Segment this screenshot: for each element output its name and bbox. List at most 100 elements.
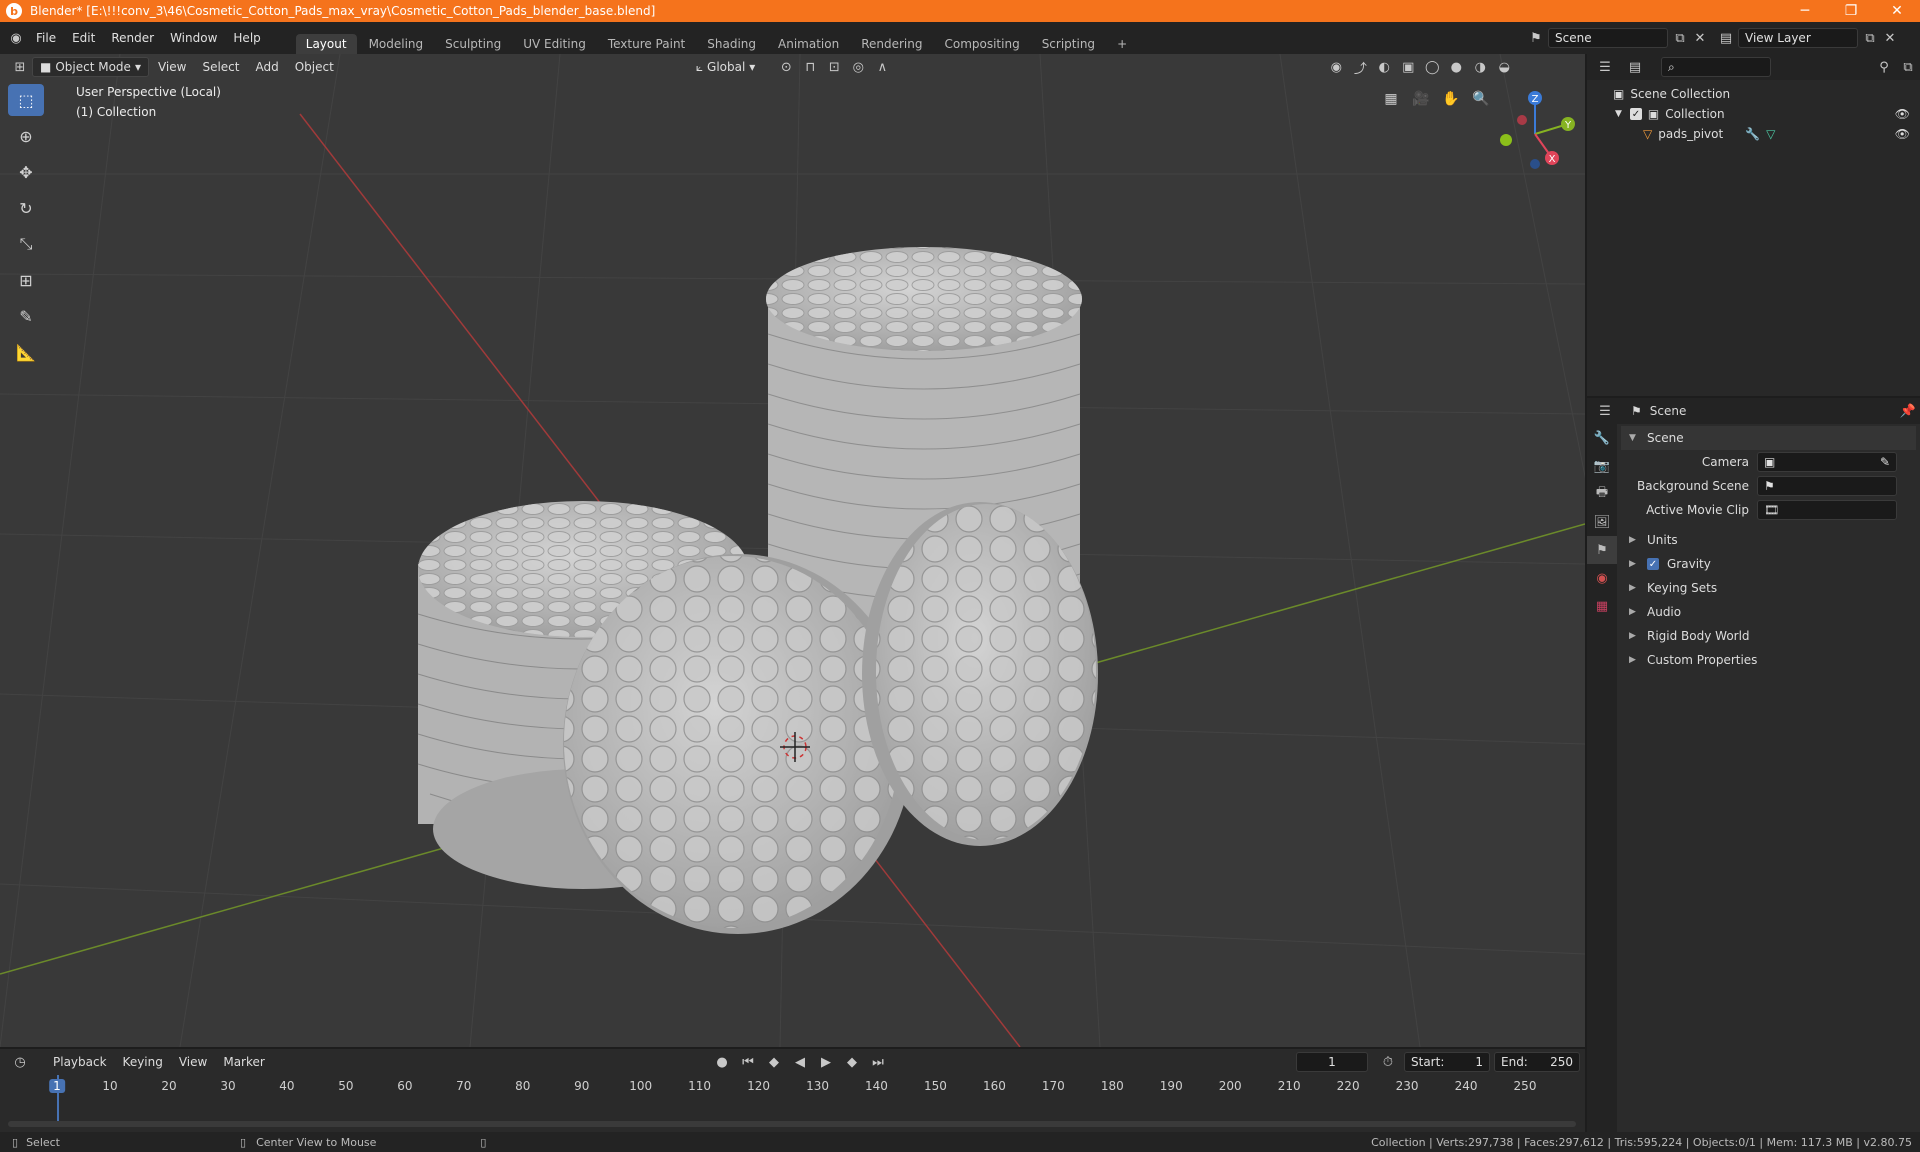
snap-icon[interactable]: ⊓: [798, 57, 822, 77]
timeline-scrollbar[interactable]: [8, 1121, 1576, 1127]
shading-solid-icon[interactable]: ●: [1444, 57, 1468, 77]
new-view-layer-icon[interactable]: ⧉: [1858, 28, 1882, 48]
new-scene-icon[interactable]: ⧉: [1668, 28, 1692, 48]
rigid-body-world-panel-header[interactable]: ▶ Rigid Body World: [1621, 624, 1916, 648]
world-tab-icon[interactable]: ◉: [1587, 564, 1617, 592]
checkbox-icon[interactable]: ✓: [1629, 108, 1642, 120]
tab-scripting[interactable]: Scripting: [1032, 34, 1105, 54]
overlay-toggle-icon[interactable]: ◐: [1372, 57, 1396, 77]
falloff-icon[interactable]: ∧: [870, 57, 894, 77]
pivot-point-icon[interactable]: ⊙: [774, 57, 798, 77]
output-tab-icon[interactable]: 🖶: [1587, 480, 1617, 508]
eye-icon[interactable]: 👁: [1895, 127, 1910, 141]
minimize-button[interactable]: ─: [1782, 0, 1828, 22]
tab-rendering[interactable]: Rendering: [851, 34, 932, 54]
shading-material-icon[interactable]: ◑: [1468, 57, 1492, 77]
tab-uv-editing[interactable]: UV Editing: [513, 34, 596, 54]
new-collection-icon[interactable]: ⧉: [1896, 57, 1920, 77]
custom-properties-panel-header[interactable]: ▶ Custom Properties: [1621, 648, 1916, 672]
shading-rendered-icon[interactable]: ◒: [1492, 57, 1516, 77]
tab-texture-paint[interactable]: Texture Paint: [598, 34, 695, 54]
units-panel-header[interactable]: ▶ Units: [1621, 528, 1916, 552]
menu-file[interactable]: File: [28, 22, 64, 54]
proportional-edit-icon[interactable]: ◎: [846, 57, 870, 77]
render-tab-icon[interactable]: 📷: [1587, 452, 1617, 480]
measure-tool-icon[interactable]: 📐: [8, 336, 44, 368]
expand-triangle-icon[interactable]: ▼: [1615, 109, 1622, 119]
3d-viewport[interactable]: ⊞ ■ Object Mode ▾ View Select Add Object…: [0, 54, 1585, 1047]
remove-view-layer-icon[interactable]: ✕: [1882, 28, 1898, 48]
scene-panel-header[interactable]: ▼ Scene: [1621, 426, 1916, 450]
tab-modeling[interactable]: Modeling: [359, 34, 434, 54]
move-tool-icon[interactable]: ✥: [8, 156, 44, 188]
outliner-object[interactable]: ▽ pads_pivot 🔧 ▽ 👁: [1587, 124, 1920, 144]
timeline-editor[interactable]: ◷ Playback Keying View Marker ● ⏮ ◆ ◀ ▶ …: [0, 1049, 1585, 1132]
filter-icon[interactable]: ⚲: [1872, 57, 1896, 77]
scene-field[interactable]: Scene: [1548, 28, 1668, 48]
visibility-icon[interactable]: ◉: [1324, 57, 1348, 77]
select-box-tool-icon[interactable]: ⬚: [8, 84, 44, 116]
editor-type-icon[interactable]: ⊞: [8, 57, 32, 77]
grid-view-icon[interactable]: ▦: [1378, 86, 1404, 112]
tab-animation[interactable]: Animation: [768, 34, 849, 54]
movie-clip-field[interactable]: 🎞: [1757, 500, 1897, 520]
viewport-scene[interactable]: [0, 54, 1585, 1047]
add-workspace-button[interactable]: +: [1107, 34, 1137, 54]
navigation-gizmo[interactable]: Z Y X: [1490, 84, 1580, 174]
viewport-menu-select[interactable]: Select: [195, 58, 246, 76]
menu-window[interactable]: Window: [162, 22, 225, 54]
scene-tab-icon[interactable]: ⚑: [1587, 536, 1617, 564]
object-mode-dropdown[interactable]: ■ Object Mode ▾: [32, 57, 149, 77]
shading-wireframe-icon[interactable]: ◯: [1420, 57, 1444, 77]
view-layer-tab-icon[interactable]: 🖼: [1587, 508, 1617, 536]
snap-target-icon[interactable]: ⊡: [822, 57, 846, 77]
blender-menu-icon[interactable]: ◉: [4, 28, 28, 48]
cursor-tool-icon[interactable]: ⊕: [8, 120, 44, 152]
rotate-tool-icon[interactable]: ↻: [8, 192, 44, 224]
eyedropper-icon[interactable]: ✎: [1880, 455, 1890, 469]
menu-render[interactable]: Render: [103, 22, 162, 54]
modifier-wrench-icon[interactable]: 🔧: [1745, 127, 1760, 141]
viewport-menu-view[interactable]: View: [151, 58, 193, 76]
scale-tool-icon[interactable]: ⤡: [8, 228, 44, 260]
transform-tool-icon[interactable]: ⊞: [8, 264, 44, 296]
background-scene-field[interactable]: ⚑: [1757, 476, 1897, 496]
outliner-editor-type-icon[interactable]: ☰: [1593, 57, 1617, 77]
tab-shading[interactable]: Shading: [697, 34, 766, 54]
pin-icon[interactable]: 📌: [1896, 401, 1920, 421]
menu-edit[interactable]: Edit: [64, 22, 103, 54]
tab-layout[interactable]: Layout: [295, 34, 357, 54]
properties-editor-type-icon[interactable]: ☰: [1593, 401, 1617, 421]
display-mode-icon[interactable]: ▤: [1623, 57, 1647, 77]
mesh-data-icon[interactable]: ▽: [1766, 127, 1775, 141]
tab-compositing[interactable]: Compositing: [934, 34, 1029, 54]
gravity-panel-header[interactable]: ▶ ✓ Gravity: [1621, 552, 1916, 576]
texture-tab-icon[interactable]: ▦: [1587, 592, 1617, 620]
viewport-menu-add[interactable]: Add: [248, 58, 285, 76]
viewport-menu-object[interactable]: Object: [288, 58, 341, 76]
view-layer-icon[interactable]: ▤: [1714, 28, 1738, 48]
xray-toggle-icon[interactable]: ▣: [1396, 57, 1420, 77]
gizmo-toggle-icon[interactable]: ⤴: [1348, 57, 1372, 77]
outliner-collection[interactable]: ▼ ✓ ▣ Collection 👁: [1587, 104, 1920, 124]
timeline-ruler[interactable]: 1 10 20 30 40 50 60 70 80 90 100 110 120 130 140 150 160…: [0, 1049, 1585, 1132]
transform-orientation-dropdown[interactable]: ⟀ Global ▾: [689, 58, 763, 77]
audio-panel-header[interactable]: ▶ Audio: [1621, 600, 1916, 624]
camera-view-icon[interactable]: 🎥: [1408, 86, 1434, 112]
view-layer-field[interactable]: View Layer: [1738, 28, 1858, 48]
gravity-checkbox[interactable]: ✓: [1647, 558, 1659, 570]
tab-sculpting[interactable]: Sculpting: [435, 34, 511, 54]
remove-scene-icon[interactable]: ✕: [1692, 28, 1708, 48]
maximize-button[interactable]: ❐: [1828, 0, 1874, 22]
camera-field[interactable]: ▣ ✎: [1757, 452, 1897, 472]
annotate-tool-icon[interactable]: ✎: [8, 300, 44, 332]
outliner-search-input[interactable]: ⌕: [1661, 57, 1771, 77]
keying-sets-panel-header[interactable]: ▶ Keying Sets: [1621, 576, 1916, 600]
close-button[interactable]: ✕: [1874, 0, 1920, 22]
tool-tab-icon[interactable]: 🔧: [1587, 424, 1617, 452]
scene-icon[interactable]: ⚑: [1524, 28, 1548, 48]
pan-hand-icon[interactable]: ✋: [1438, 86, 1464, 112]
menu-help[interactable]: Help: [225, 22, 268, 54]
eye-icon[interactable]: 👁: [1895, 107, 1910, 121]
outliner-scene-collection[interactable]: ▣ Scene Collection: [1587, 84, 1920, 104]
